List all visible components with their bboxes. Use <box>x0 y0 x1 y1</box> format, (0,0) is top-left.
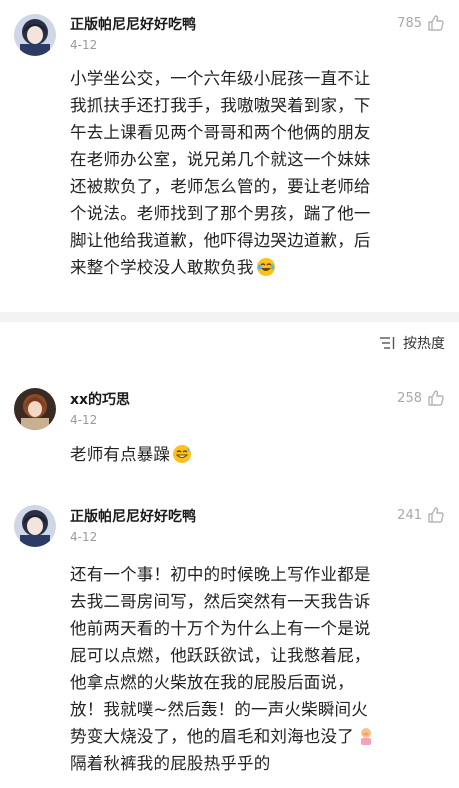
comment-line: 势变大烧没了，他的眉毛和刘海也没了 <box>70 727 354 746</box>
thumbs-up-icon <box>428 390 444 406</box>
comment-line: 屁可以点燃，他跃跃欲试，让我憋着屁， <box>70 646 371 665</box>
sort-label: 按热度 <box>403 336 445 352</box>
comment-text: 老师有点暴躁 <box>70 441 448 468</box>
comment-line: 还被欺负了，老师怎么管的，要让老师给 <box>70 177 371 196</box>
like-button[interactable]: 258 <box>397 389 445 407</box>
comment-line: 去我二哥房间写，然后突然有一天我告诉 <box>70 592 371 611</box>
comment-line: 还有一个事！初中的时候晚上写作业都是 <box>70 565 371 584</box>
comment-date: 4-12 <box>70 413 98 427</box>
avatar[interactable] <box>14 388 56 430</box>
comment-line: 他拿点燃的火柴放在我的屁股后面说， <box>70 673 354 692</box>
comment-author[interactable]: xx的巧思 <box>70 389 130 409</box>
like-count: 241 <box>397 507 422 523</box>
sort-by-popularity-button[interactable]: 按热度 <box>379 333 445 353</box>
facepalm-emoji <box>360 728 371 745</box>
comment-line: 他前两天看的十万个为什么上有一个是说 <box>70 619 371 638</box>
comment-line: 个说法。老师找到了那个男孩，踹了他一 <box>70 204 371 223</box>
comment-line: 在老师办公室，说兄弟几个就这一个妹妹 <box>70 150 371 169</box>
comment-date: 4-12 <box>70 530 98 544</box>
comment-line: 老师有点暴躁 <box>70 445 171 464</box>
comment-line: 隔着秋裤我的屁股热乎乎的 <box>70 754 271 773</box>
avatar[interactable] <box>14 14 56 56</box>
comment-line: 我抓扶手还打我手，我嗷嗷哭着到家，下 <box>70 96 371 115</box>
grin-sweat-emoji <box>173 445 192 463</box>
like-count: 258 <box>397 390 422 406</box>
sort-icon <box>380 337 395 349</box>
thumbs-up-icon <box>428 15 444 31</box>
comment-line: 放！我就噗~然后轰！的一声火柴瞬间火 <box>70 700 368 719</box>
comment-text: 还有一个事！初中的时候晚上写作业都是 去我二哥房间写，然后突然有一天我告诉 他前… <box>70 561 448 777</box>
comment-line: 来整个学校没人敢欺负我 <box>70 258 254 277</box>
comment-line: 脚让他给我道歉，他吓得边哭边道歉，后 <box>70 231 371 250</box>
comment-author[interactable]: 正版帕尼尼好好吃鸭 <box>70 14 196 34</box>
comment-line: 午去上课看见两个哥哥和两个他俩的朋友 <box>70 123 371 142</box>
avatar[interactable] <box>14 505 56 547</box>
section-divider <box>0 312 459 322</box>
comment-line: 小学坐公交，一个六年级小屁孩一直不让 <box>70 69 371 88</box>
comment-text: 小学坐公交，一个六年级小屁孩一直不让 我抓扶手还打我手，我嗷嗷哭着到家，下 午去… <box>70 65 448 281</box>
like-button[interactable]: 241 <box>397 506 445 524</box>
comment-author[interactable]: 正版帕尼尼好好吃鸭 <box>70 506 196 526</box>
thumbs-up-icon <box>428 507 444 523</box>
like-button[interactable]: 785 <box>397 14 445 32</box>
comment-date: 4-12 <box>70 38 98 52</box>
like-count: 785 <box>397 15 422 31</box>
laugh-cry-emoji <box>256 258 275 276</box>
